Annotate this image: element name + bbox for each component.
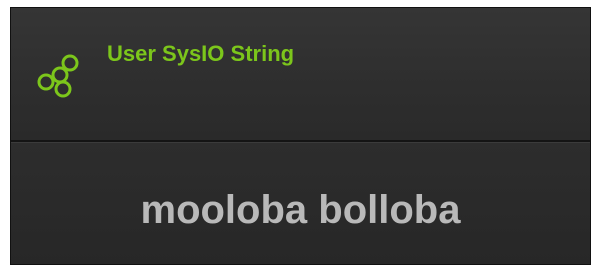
cluster-nodes-icon [37,53,83,99]
widget-body: mooloba bolloba [11,143,590,264]
widget-header: User SysIO String [11,8,590,142]
widget-title: User SysIO String [107,41,295,66]
string-value: mooloba bolloba [140,188,461,232]
sysio-string-widget: User SysIO String mooloba bolloba [10,7,591,265]
